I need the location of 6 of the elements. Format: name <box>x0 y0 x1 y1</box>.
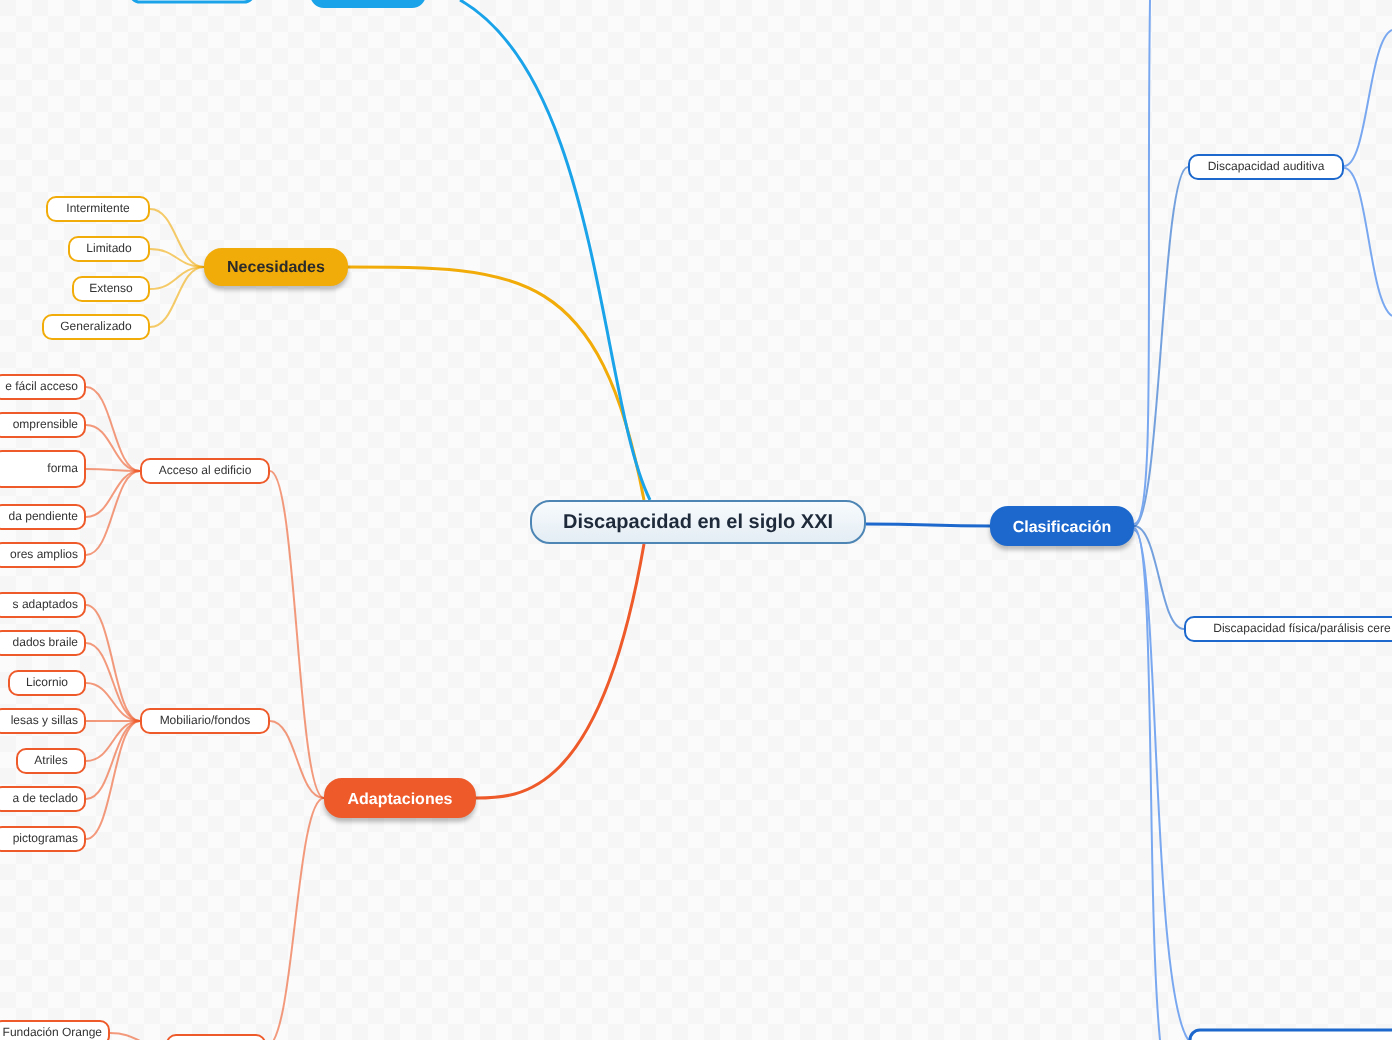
central-topic: Discapacidad en el siglo XXI <box>530 500 866 544</box>
main-topic: Clasificación <box>990 506 1134 546</box>
main-topic: Necesidades <box>204 248 348 286</box>
main-topic: Adaptaciones <box>324 778 476 818</box>
branch-line <box>866 522 990 528</box>
branch-line <box>1343 29 1392 167</box>
